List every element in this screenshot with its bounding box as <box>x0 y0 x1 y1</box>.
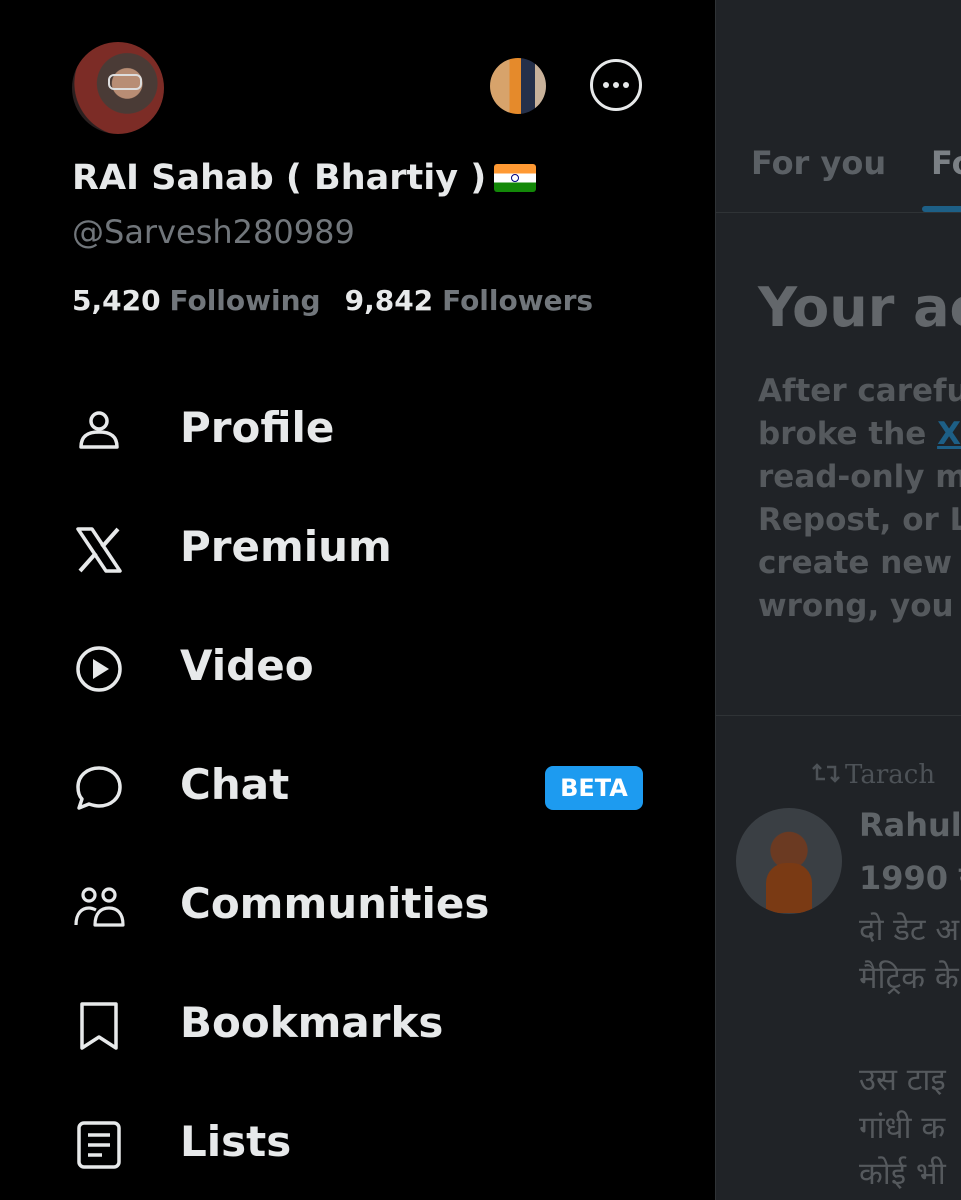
followers-link[interactable]: 9,842 Followers <box>345 284 593 317</box>
menu-label-lists: Lists <box>180 1117 292 1166</box>
followers-count: 9,842 <box>344 284 434 317</box>
menu-item-lists[interactable]: Lists <box>0 1094 715 1194</box>
notice-line: read-only m <box>758 459 961 495</box>
account-notice-title: Your ac <box>758 276 961 339</box>
repost-icon <box>811 761 845 792</box>
repost-header: Tarach <box>811 760 935 792</box>
post-author-avatar[interactable] <box>736 808 842 914</box>
following-label: Following <box>169 284 321 317</box>
menu-item-premium[interactable]: Premium <box>0 499 715 599</box>
menu-label-communities: Communities <box>180 879 490 928</box>
x-logo-icon <box>76 527 122 573</box>
notice-line: wrong, you c <box>758 588 961 624</box>
account-notice-body: After carefu broke the X read-only m Rep… <box>758 370 961 628</box>
menu-item-communities[interactable]: Communities <box>0 856 715 956</box>
menu-label-premium: Premium <box>180 522 392 571</box>
post-text-line: उस टाइ <box>859 1062 946 1098</box>
post-author-name[interactable]: Rahul <box>859 806 961 844</box>
side-drawer: RAI Sahab ( Bhartiy ) @Sarvesh280989 5,4… <box>0 0 715 1200</box>
active-tab-indicator <box>922 206 961 212</box>
people-icon <box>74 887 125 927</box>
play-circle-icon <box>76 646 122 692</box>
chat-bubble-icon <box>76 766 122 810</box>
user-avatar[interactable] <box>72 42 164 134</box>
post-text-line: गांधी क <box>859 1110 946 1146</box>
more-accounts-button[interactable] <box>590 59 642 111</box>
post-text-line: कोई भी <box>859 1156 946 1192</box>
menu-item-profile[interactable]: Profile <box>0 380 715 480</box>
tab-for-you[interactable]: For you <box>751 144 886 182</box>
following-count: 5,420 <box>72 284 161 317</box>
notice-line: broke the X <box>758 416 961 452</box>
list-document-icon <box>77 1121 121 1169</box>
follow-stats: 5,420 Following 9,842 Followers <box>72 284 593 317</box>
notice-line: Repost, or L <box>758 502 961 538</box>
notice-line: create new a <box>758 545 961 581</box>
rules-link[interactable]: X <box>937 416 961 452</box>
menu-item-bookmarks[interactable]: Bookmarks <box>0 975 715 1075</box>
post-text-line: 1990 र <box>859 859 961 897</box>
menu-item-video[interactable]: Video <box>0 618 715 718</box>
bookmark-icon <box>80 1002 118 1050</box>
menu-label-chat: Chat <box>180 760 290 809</box>
tab-following[interactable]: Fo <box>931 144 961 182</box>
post-text-line: दो डेट अ <box>859 912 960 948</box>
divider <box>716 715 961 716</box>
display-name[interactable]: RAI Sahab ( Bhartiy ) <box>72 158 537 198</box>
person-icon <box>79 411 119 449</box>
following-link[interactable]: 5,420 Following <box>72 284 321 317</box>
menu-item-chat[interactable]: Chat BETA <box>0 737 715 837</box>
switch-account-avatar[interactable] <box>490 58 546 114</box>
followers-label: Followers <box>442 284 594 317</box>
notice-line: After carefu <box>758 373 961 409</box>
ellipsis-icon <box>603 82 629 88</box>
india-flag-icon <box>494 164 537 192</box>
beta-badge: BETA <box>545 766 643 810</box>
menu-label-bookmarks: Bookmarks <box>180 998 444 1047</box>
post-text-line: मैट्रिक के <box>859 960 959 996</box>
timeline-tabs: For you Fo <box>716 130 961 213</box>
background-timeline: For you Fo Your ac After carefu broke th… <box>715 0 961 1200</box>
menu-label-profile: Profile <box>180 403 335 452</box>
menu-label-video: Video <box>180 641 314 690</box>
user-handle: @Sarvesh280989 <box>72 213 355 251</box>
